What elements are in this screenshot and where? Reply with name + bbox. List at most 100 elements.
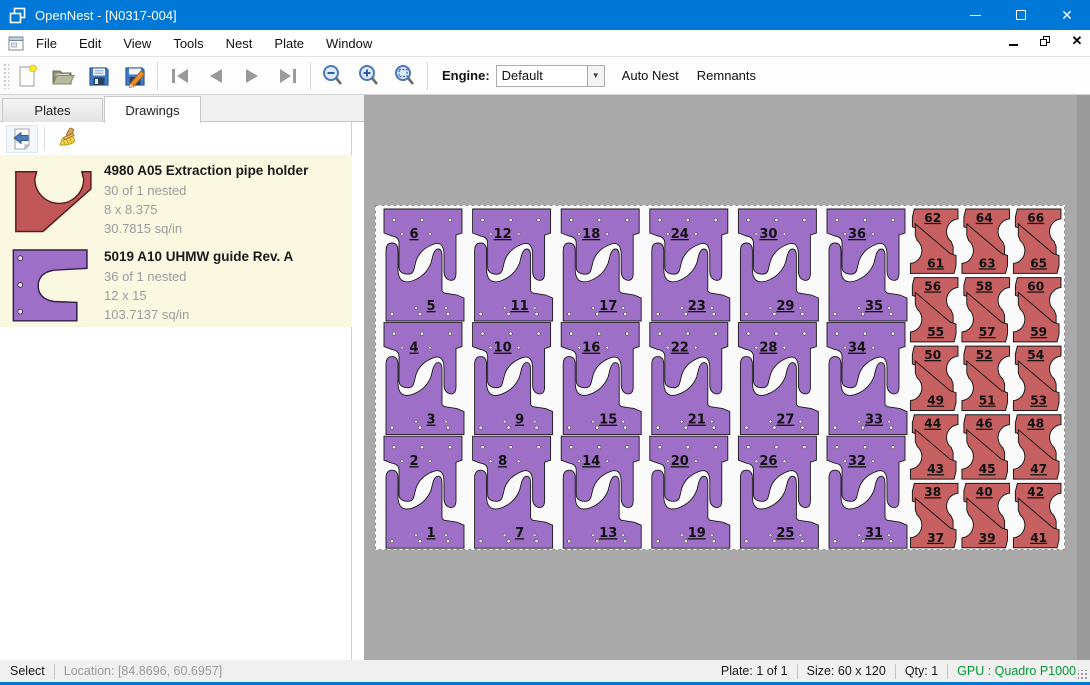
part-thumbnail-purple <box>6 245 98 323</box>
hole <box>891 446 894 449</box>
part-number: 58 <box>976 279 993 293</box>
hole <box>626 218 629 221</box>
engine-combobox[interactable]: Default <box>496 65 588 87</box>
title-bar[interactable]: OpenNest - [N0317-004] ✕ <box>0 0 1090 30</box>
engine-dropdown-button[interactable]: ▼ <box>588 65 605 87</box>
hole <box>835 332 838 335</box>
drawing-item-extraction-pipe-holder[interactable]: 4980 A05 Extraction pipe holder 30 of 1 … <box>0 155 352 241</box>
red-nest-unit[interactable]: 5453 <box>1013 346 1061 410</box>
part-number: 27 <box>776 413 794 428</box>
menu-window[interactable]: Window <box>316 32 382 55</box>
auto-nest-button[interactable]: Auto Nest <box>613 62 688 89</box>
hole <box>835 218 838 221</box>
part-number: 44 <box>924 417 941 431</box>
hole <box>686 218 689 221</box>
red-nest-unit[interactable]: 5049 <box>910 346 958 410</box>
status-separator <box>797 664 798 679</box>
hole <box>509 332 512 335</box>
part-number: 11 <box>511 299 529 314</box>
next-plate-button[interactable] <box>234 60 270 92</box>
red-nest-unit[interactable]: 3837 <box>910 483 958 547</box>
zoom-in-icon <box>356 63 382 89</box>
minimize-button[interactable] <box>952 0 998 30</box>
red-nest-unit[interactable]: 6463 <box>962 209 1010 273</box>
hole <box>747 218 750 221</box>
mdi-minimize-icon <box>1009 44 1018 46</box>
hole <box>803 332 806 335</box>
tab-drawings[interactable]: Drawings <box>104 96 201 123</box>
menu-tools[interactable]: Tools <box>163 32 213 55</box>
menu-file[interactable]: File <box>26 32 67 55</box>
drawing-item-uhmw-guide[interactable]: 5019 A10 UHMW guide Rev. A 36 of 1 neste… <box>0 241 352 327</box>
red-nest-unit[interactable]: 4847 <box>1013 415 1061 479</box>
hole <box>420 218 423 221</box>
red-nest-unit[interactable]: 4443 <box>910 415 958 479</box>
red-nest-unit[interactable]: 6665 <box>1013 209 1061 273</box>
part-number: 8 <box>498 454 507 469</box>
part-number: 18 <box>582 227 600 242</box>
tab-plates[interactable]: Plates <box>2 98 103 122</box>
hole <box>712 540 715 543</box>
drawings-panel: 4980 A05 Extraction pipe holder 30 of 1 … <box>0 122 352 660</box>
hole <box>889 540 892 543</box>
part-number: 33 <box>865 413 883 428</box>
drawing-thumbnail <box>0 241 104 327</box>
last-plate-button[interactable] <box>270 60 306 92</box>
menu-plate[interactable]: Plate <box>264 32 314 55</box>
part-number: 42 <box>1027 485 1044 499</box>
red-nest-unit[interactable]: 4645 <box>962 415 1010 479</box>
part-number: 7 <box>515 526 524 541</box>
zoom-fit-button[interactable] <box>387 60 423 92</box>
hole <box>570 218 573 221</box>
red-nest-unit[interactable]: 5251 <box>962 346 1010 410</box>
resize-grip[interactable] <box>1078 670 1088 680</box>
import-drawing-icon <box>10 127 34 151</box>
red-nest-unit[interactable]: 4039 <box>962 483 1010 547</box>
red-nest-unit[interactable]: 5857 <box>962 278 1010 342</box>
maximize-button[interactable] <box>998 0 1044 30</box>
previous-plate-button[interactable] <box>198 60 234 92</box>
hole <box>686 332 689 335</box>
hole <box>626 446 629 449</box>
menu-view[interactable]: View <box>113 32 161 55</box>
hole <box>714 218 717 221</box>
open-button[interactable] <box>45 60 81 92</box>
part-number: 26 <box>759 454 777 469</box>
first-plate-button[interactable] <box>162 60 198 92</box>
save-button[interactable] <box>81 60 117 92</box>
plate[interactable]: 6512111817242330293635431091615222128273… <box>375 205 1065 550</box>
close-button[interactable]: ✕ <box>1044 0 1090 30</box>
menu-edit[interactable]: Edit <box>69 32 111 55</box>
new-document-button[interactable] <box>9 60 45 92</box>
zoom-in-button[interactable] <box>351 60 387 92</box>
import-drawing-button[interactable] <box>6 125 38 153</box>
part-number: 16 <box>582 341 600 356</box>
part-number: 1 <box>426 526 435 541</box>
go-first-icon <box>167 63 193 89</box>
zoom-out-button[interactable] <box>315 60 351 92</box>
part-number: 46 <box>976 417 993 431</box>
clean-button[interactable] <box>51 125 83 153</box>
red-nest-unit[interactable]: 4241 <box>1013 483 1061 547</box>
hole <box>509 218 512 221</box>
hole <box>446 540 449 543</box>
mdi-restore-button[interactable] <box>1036 32 1054 50</box>
hole <box>889 426 892 429</box>
remnants-button[interactable]: Remnants <box>688 62 765 89</box>
hole <box>889 312 892 315</box>
toolbar-separator <box>157 62 158 90</box>
hole <box>624 540 627 543</box>
red-nest-unit[interactable]: 6261 <box>910 209 958 273</box>
part-number: 40 <box>976 485 993 499</box>
menu-nest[interactable]: Nest <box>216 32 263 55</box>
go-previous-icon <box>203 63 229 89</box>
red-nest-unit[interactable]: 5655 <box>910 278 958 342</box>
mdi-minimize-button[interactable] <box>1004 32 1022 50</box>
nest-canvas[interactable]: 6512111817242330293635431091615222128273… <box>364 95 1090 660</box>
red-nest-unit[interactable]: 6059 <box>1013 278 1061 342</box>
save-as-button[interactable] <box>117 60 153 92</box>
part-number: 37 <box>927 531 944 545</box>
mdi-close-button[interactable]: ✕ <box>1068 32 1086 50</box>
zoom-out-icon <box>320 63 346 89</box>
part-number: 28 <box>759 341 777 356</box>
